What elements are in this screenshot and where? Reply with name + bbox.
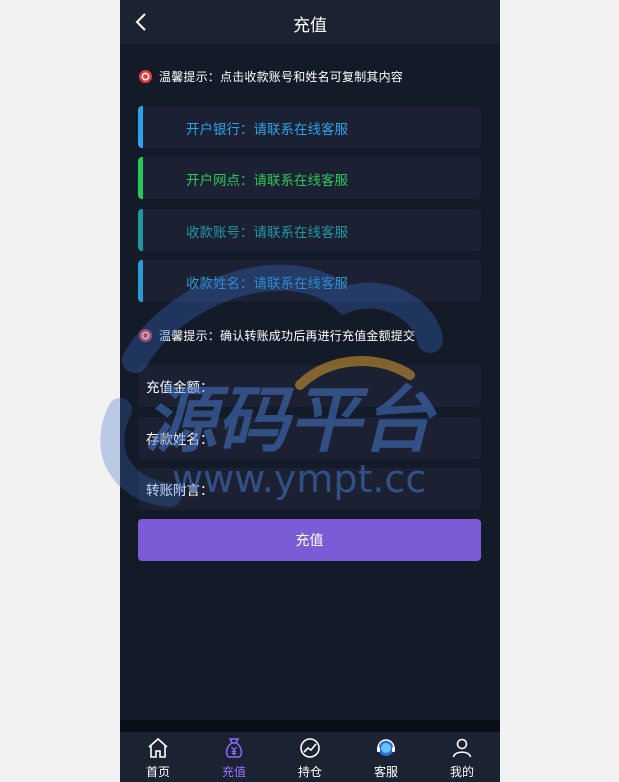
card-payee-name-text: 收款姓名：请联系在线客服 bbox=[186, 276, 348, 292]
amount-field: 充值金额： bbox=[138, 365, 481, 407]
tip-text: 温馨提示：确认转账成功后再进行充值金额提交 bbox=[159, 328, 416, 343]
amount-input[interactable] bbox=[213, 365, 481, 407]
remark-field: 转账附言： bbox=[138, 468, 481, 510]
chart-icon bbox=[300, 738, 320, 758]
depositor-name-label: 存款姓名： bbox=[146, 432, 214, 448]
remark-label: 转账附言： bbox=[146, 483, 214, 499]
depositor-name-field: 存款姓名： bbox=[138, 417, 481, 459]
nav-item-home[interactable]: 首页 bbox=[120, 732, 196, 782]
depositor-name-input[interactable] bbox=[213, 417, 481, 459]
card-bank-text: 开户银行：请联系在线客服 bbox=[186, 122, 348, 138]
card-branch-text: 开户网点：请联系在线客服 bbox=[186, 173, 348, 189]
nav-label-positions: 持仓 bbox=[297, 765, 322, 779]
nav-label-support: 客服 bbox=[373, 765, 398, 779]
money-bag-icon bbox=[225, 738, 243, 758]
recharge-submit-button[interactable]: 充值 bbox=[138, 519, 481, 561]
card-payee-name-indicator bbox=[138, 260, 143, 302]
card-bank-indicator bbox=[138, 106, 143, 148]
card-account-text: 收款账号：请联系在线客服 bbox=[186, 225, 348, 241]
page-title: 充值 bbox=[293, 16, 327, 36]
remark-input[interactable] bbox=[213, 468, 481, 510]
alert-icon bbox=[138, 328, 153, 342]
card-branch-indicator bbox=[138, 157, 143, 199]
card-branch[interactable]: 开户网点：请联系在线客服 bbox=[138, 157, 481, 199]
nav-item-recharge[interactable]: 充值 bbox=[196, 732, 272, 782]
alert-icon bbox=[138, 69, 153, 83]
card-account[interactable]: 收款账号：请联系在线客服 bbox=[138, 209, 481, 251]
tip-copy: 温馨提示：点击收款账号和姓名可复制其内容 bbox=[138, 68, 403, 84]
tip-text: 温馨提示：点击收款账号和姓名可复制其内容 bbox=[159, 69, 404, 84]
user-icon bbox=[452, 738, 472, 758]
nav-item-support[interactable]: 客服 bbox=[348, 732, 424, 782]
home-icon bbox=[148, 737, 168, 758]
amount-label: 充值金额： bbox=[146, 380, 214, 396]
bottom-nav: 首页 充值 持仓 客服 我的 bbox=[120, 732, 500, 782]
card-payee-name[interactable]: 收款姓名：请联系在线客服 bbox=[138, 260, 481, 302]
nav-separator bbox=[120, 720, 500, 732]
nav-label-mine: 我的 bbox=[449, 765, 474, 779]
phone-screen: 充值 温馨提示：点击收款账号和姓名可复制其内容 开户银行：请联系在线客服 开户网… bbox=[120, 0, 500, 782]
support-icon bbox=[377, 739, 395, 756]
nav-item-mine[interactable]: 我的 bbox=[424, 732, 500, 782]
header-bar: 充值 bbox=[120, 0, 500, 44]
nav-label-recharge: 充值 bbox=[221, 765, 246, 779]
nav-item-positions[interactable]: 持仓 bbox=[272, 732, 348, 782]
card-account-indicator bbox=[138, 209, 143, 251]
tip-confirm: 温馨提示：确认转账成功后再进行充值金额提交 bbox=[138, 327, 415, 343]
nav-label-home: 首页 bbox=[145, 765, 170, 779]
card-bank[interactable]: 开户银行：请联系在线客服 bbox=[138, 106, 481, 148]
